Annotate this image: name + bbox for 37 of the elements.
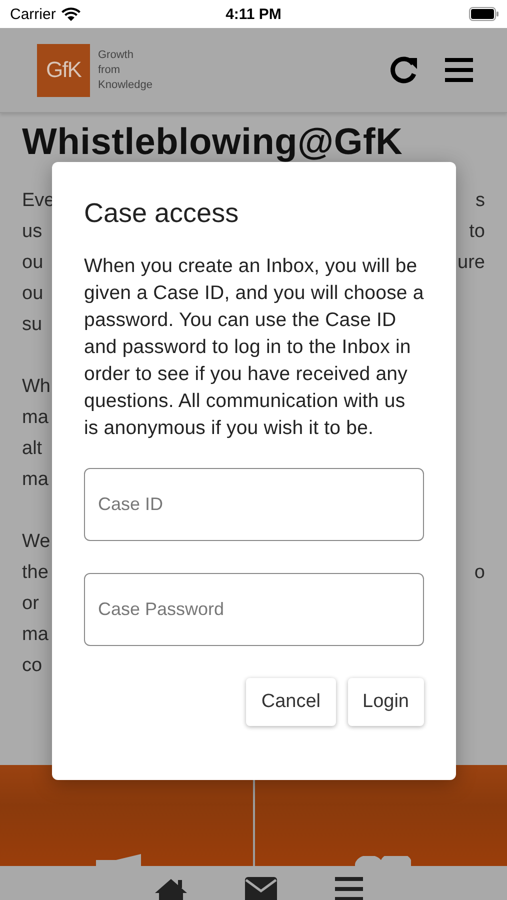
paragraph-fragment: us [22,220,42,244]
dialog-button[interactable]: Login [348,678,424,726]
dialog-button[interactable]: Cancel [246,678,336,726]
wifi-icon [60,6,81,22]
paragraph-fragment: ure [458,251,485,275]
paragraph-fragment: Wh [22,375,50,399]
paragraph-fragment: We [22,530,50,554]
dialog-title: Case access [84,198,240,229]
paragraph-fragment: ma [22,623,48,647]
battery-icon [469,7,499,21]
paragraph-fragment: s [476,189,485,213]
home-icon[interactable] [154,877,188,900]
paragraph-fragment: to [469,220,485,244]
paragraph-fragment: or [22,592,39,616]
paragraph-fragment: ou [22,282,44,306]
refresh-icon[interactable] [389,55,419,85]
mail-icon[interactable] [245,877,278,900]
clock-time: 4:11 PM [226,6,282,22]
paragraph-fragment: alt [22,437,42,461]
paragraph-fragment: co [22,654,42,678]
dialog-message: When you create an Inbox, you will be given a Case ID, and you will choose a password. You can use the Case ID and password to log in to the Inbox in order to see if you have received any questions. All communication with us is anonymous if you wish it to be. [84,254,424,441]
menu-icon[interactable] [445,58,473,82]
paragraph-fragment: su [22,313,42,337]
input-field[interactable]: Case ID [84,468,424,541]
logo-tagline: Growth [98,48,134,62]
paragraph-fragment: ma [22,468,48,492]
page-title: Whistleblowing@GfK [22,123,404,161]
logo: GfK [37,44,90,96]
menu-icon[interactable] [335,877,364,900]
paragraph-fragment: ma [22,406,48,430]
paragraph-fragment: o [474,561,485,585]
paragraph-fragment: ou [22,251,44,275]
carrier-label: Carrier [10,6,56,22]
logo-tagline: Knowledge [98,78,152,92]
paragraph-fragment: the [22,561,48,585]
logo-tagline: from [98,62,121,78]
input-field[interactable]: Case Password [84,573,424,646]
